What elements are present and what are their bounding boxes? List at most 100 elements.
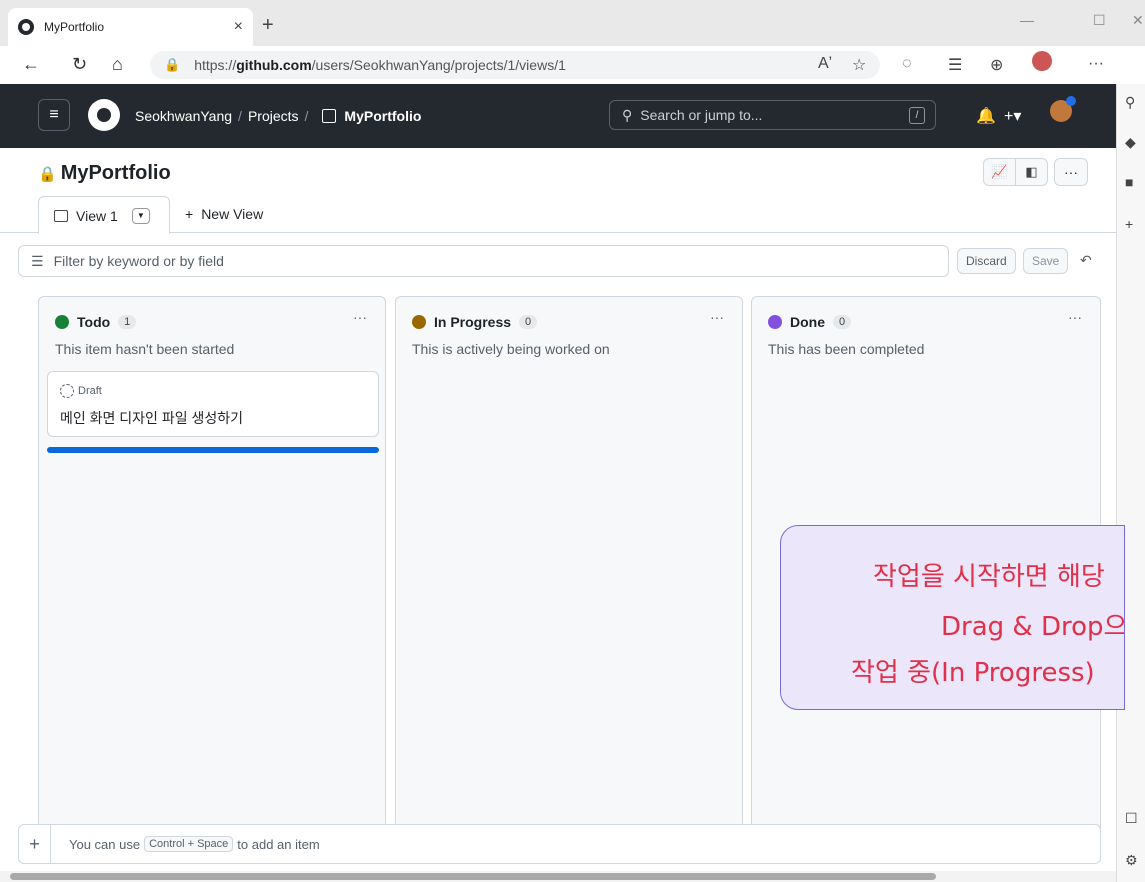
- tab-view-1-label: View 1: [76, 207, 118, 224]
- notifications-icon[interactable]: 🔔: [976, 106, 996, 126]
- insights-chart-icon[interactable]: 📈: [983, 158, 1016, 186]
- status-dot: [412, 315, 426, 329]
- extensions-icon[interactable]: ◌: [902, 55, 912, 73]
- filter-placeholder: Filter by keyword or by field: [53, 253, 224, 269]
- new-tab-button[interactable]: +: [262, 14, 274, 37]
- project-title: 🔒 MyPortfolio: [38, 162, 171, 185]
- browser-sidebar: ⚲ ◆ ■ + ☐ ⚙: [1116, 84, 1145, 882]
- minimize-icon[interactable]: —: [1020, 12, 1034, 28]
- split-screen-icon[interactable]: ☐: [1125, 810, 1138, 827]
- annotation-line-3: 작업 중(In Progress): [851, 658, 1095, 688]
- refresh-icon[interactable]: ↻: [72, 54, 87, 75]
- horizontal-scrollbar[interactable]: [0, 871, 1116, 882]
- github-header: ≡ SeokhwanYang / Projects / MyPortfolio …: [0, 84, 1116, 148]
- add-item-bar[interactable]: + You can use Control + Space to add an …: [18, 824, 1101, 864]
- breadcrumb-separator: /: [238, 108, 242, 124]
- url-host: github.com: [236, 57, 312, 73]
- draft-label: Draft: [78, 385, 102, 397]
- add-sidebar-icon[interactable]: +: [1125, 216, 1133, 232]
- outlook-icon[interactable]: ■: [1125, 174, 1133, 190]
- status-dot: [768, 315, 782, 329]
- column-more-button[interactable]: ···: [1068, 309, 1082, 325]
- browser-menu-icon[interactable]: ···: [1088, 55, 1104, 73]
- sidebar-settings-icon[interactable]: ⚙: [1125, 852, 1138, 869]
- home-icon[interactable]: ⌂: [112, 54, 123, 75]
- add-favorite-icon[interactable]: ☆: [852, 55, 866, 75]
- card-title[interactable]: 메인 화면 디자인 파일 생성하기: [60, 408, 243, 428]
- board-card[interactable]: Draft 메인 화면 디자인 파일 생성하기: [47, 371, 379, 437]
- github-favicon-icon: [18, 19, 34, 35]
- draft-status: Draft: [60, 384, 102, 398]
- tab-title: MyPortfolio: [44, 20, 105, 34]
- column-description: This is actively being worked on: [412, 341, 610, 357]
- draft-circle-icon: [60, 384, 74, 398]
- column-in-progress[interactable]: In Progress 0 ··· This is actively being…: [395, 296, 743, 856]
- filter-input[interactable]: ☰ Filter by keyword or by field: [18, 245, 949, 277]
- user-avatar[interactable]: [1050, 96, 1076, 122]
- project-table-icon: [322, 109, 337, 123]
- hamburger-menu-icon[interactable]: ≡: [38, 99, 70, 131]
- column-description: This has been completed: [768, 341, 925, 357]
- tab-close-icon[interactable]: ×: [234, 18, 243, 36]
- view-options-dropdown-icon[interactable]: ▼: [131, 207, 150, 224]
- column-count: 1: [118, 315, 137, 329]
- column-name: Todo: [77, 314, 111, 330]
- drop-indicator: [47, 447, 379, 453]
- column-description: This item hasn't been started: [55, 341, 235, 357]
- collections-icon[interactable]: ⊕: [990, 55, 1003, 75]
- project-more-button[interactable]: ···: [1054, 158, 1088, 186]
- site-info-icon[interactable]: 🔒: [164, 57, 180, 73]
- copilot-icon[interactable]: ◆: [1125, 134, 1136, 151]
- browser-profile-avatar[interactable]: [1032, 51, 1052, 71]
- undo-icon[interactable]: ↶: [1080, 252, 1092, 269]
- annotation-line-1: 작업을 시작하면 해당: [873, 562, 1105, 592]
- project-board: 🔒 MyPortfolio 📈 ◧ ··· View 1 ▼ + New View…: [0, 148, 1116, 882]
- new-view-label: New View: [201, 206, 264, 222]
- column-name: In Progress: [434, 314, 512, 330]
- breadcrumb-projects[interactable]: Projects: [248, 108, 299, 124]
- add-item-prefix: You can use: [69, 836, 141, 852]
- side-panel-icon[interactable]: ◧: [1015, 158, 1048, 186]
- search-sidebar-icon[interactable]: ⚲: [1125, 94, 1135, 111]
- breadcrumb: SeokhwanYang / Projects / MyPortfolio: [135, 108, 421, 124]
- plus-icon: +: [185, 206, 194, 222]
- annotation-callout: 작업을 시작하면 해당 Drag & Drop으 작업 중(In Progres…: [780, 525, 1125, 710]
- column-header: Todo 1: [55, 314, 137, 330]
- browser-tab[interactable]: MyPortfolio ×: [8, 8, 253, 46]
- column-count: 0: [519, 315, 538, 329]
- breadcrumb-project[interactable]: MyPortfolio: [344, 108, 421, 124]
- address-bar-row: ← ↻ ⌂ 🔒 https://github.com/users/Seokhwa…: [0, 46, 1145, 84]
- column-name: Done: [790, 314, 825, 330]
- search-icon: ⚲: [622, 106, 633, 123]
- search-shortcut-key: /: [909, 107, 925, 124]
- private-lock-icon: 🔒: [38, 165, 57, 183]
- browser-tab-bar: MyPortfolio × + — ☐ ✕: [0, 0, 1145, 46]
- discard-button[interactable]: Discard: [957, 248, 1016, 274]
- column-more-button[interactable]: ···: [353, 309, 367, 325]
- maximize-icon[interactable]: ☐: [1093, 12, 1106, 29]
- add-item-suffix: to add an item: [237, 836, 320, 852]
- new-view-button[interactable]: + New View: [185, 206, 263, 222]
- favorites-icon[interactable]: ☰: [948, 55, 962, 75]
- view-tabs: View 1 ▼ + New View: [0, 196, 1116, 234]
- breadcrumb-separator: /: [304, 108, 309, 124]
- add-item-shortcut: Control + Space: [144, 836, 234, 852]
- create-new-icon[interactable]: +▾: [1004, 106, 1021, 126]
- column-more-button[interactable]: ···: [710, 309, 724, 325]
- project-title-text: MyPortfolio: [60, 162, 171, 184]
- read-aloud-icon[interactable]: Aʼ: [818, 55, 832, 73]
- column-header: In Progress 0: [412, 314, 538, 330]
- github-logo-icon[interactable]: [88, 99, 120, 131]
- back-icon[interactable]: ←: [22, 54, 40, 75]
- tab-view-1[interactable]: View 1 ▼: [38, 196, 170, 234]
- scrollbar-thumb[interactable]: [10, 873, 936, 880]
- url-prefix: https://: [194, 57, 237, 73]
- column-todo[interactable]: Todo 1 ··· This item hasn't been started…: [38, 296, 386, 856]
- breadcrumb-user[interactable]: SeokhwanYang: [135, 108, 232, 124]
- add-item-plus-icon[interactable]: +: [19, 825, 51, 863]
- close-window-icon[interactable]: ✕: [1132, 12, 1144, 29]
- search-input[interactable]: ⚲ Search or jump to... /: [609, 100, 936, 130]
- project-actions: 📈 ◧ ···: [983, 158, 1088, 186]
- url-field[interactable]: 🔒 https://github.com/users/SeokhwanYang/…: [150, 51, 880, 79]
- save-button[interactable]: Save: [1023, 248, 1069, 274]
